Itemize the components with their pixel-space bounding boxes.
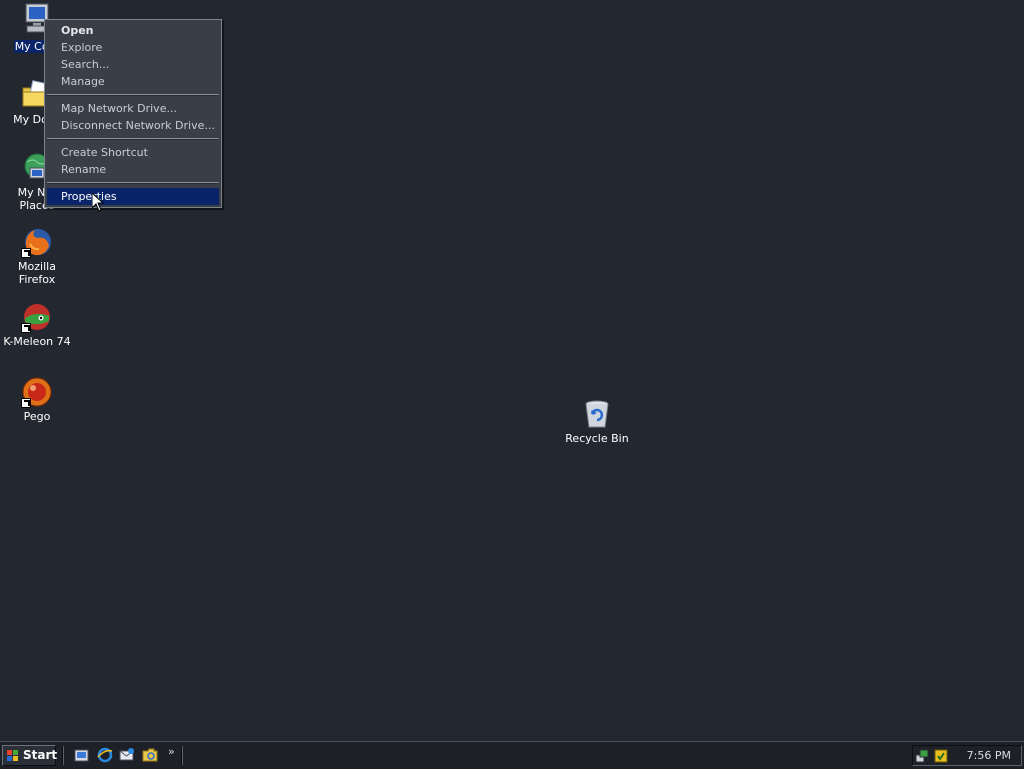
context-menu: Open Explore Search... Manage Map Networ… [44, 19, 222, 208]
menu-item-search[interactable]: Search... [45, 56, 221, 73]
menu-separator [47, 182, 219, 184]
windows-explorer-icon[interactable] [142, 747, 158, 763]
windows-logo-icon [7, 749, 19, 761]
menu-separator [47, 94, 219, 96]
pego-icon [21, 376, 53, 408]
shortcut-arrow-icon [21, 248, 31, 258]
desktop-icon-label: Mozilla Firefox [18, 260, 56, 286]
firefox-icon [21, 226, 53, 258]
start-button[interactable]: Start [2, 745, 58, 766]
taskbar-clock[interactable]: 7:56 PM [967, 749, 1011, 762]
menu-item-map-network-drive[interactable]: Map Network Drive... [45, 100, 221, 117]
desktop-icon-pego[interactable]: Pego [0, 376, 74, 423]
show-desktop-icon[interactable] [74, 747, 90, 763]
k-meleon-icon [21, 301, 53, 333]
desktop-icon-mozilla-firefox[interactable]: Mozilla Firefox [0, 226, 74, 286]
menu-item-explore[interactable]: Explore [45, 39, 221, 56]
quick-launch-chevron-icon[interactable]: » [168, 745, 175, 758]
menu-item-manage[interactable]: Manage [45, 73, 221, 90]
desktop-icon-label: K-Meleon 74 [3, 335, 71, 348]
desktop[interactable]: My Com My Docu My Net Places Mozilla Fir… [0, 0, 1024, 740]
desktop-icon-label: Pego [23, 410, 51, 423]
start-label: Start [23, 748, 58, 762]
menu-item-open[interactable]: Open [45, 22, 221, 39]
desktop-icon-recycle-bin[interactable]: Recycle Bin [560, 398, 634, 445]
internet-explorer-icon[interactable] [97, 747, 113, 763]
taskbar-separator [181, 746, 183, 765]
shortcut-arrow-icon [21, 398, 31, 408]
network-tray-icon[interactable] [915, 748, 931, 764]
menu-separator [47, 138, 219, 140]
taskbar-separator [62, 746, 64, 765]
menu-item-properties[interactable]: Properties [47, 188, 219, 205]
desktop-icon-label: Recycle Bin [565, 432, 629, 445]
security-tray-icon[interactable] [933, 748, 949, 764]
shortcut-arrow-icon [21, 323, 31, 333]
system-tray: 7:56 PM [912, 745, 1022, 766]
menu-item-disconnect-network-drive[interactable]: Disconnect Network Drive... [45, 117, 221, 134]
desktop-icon-k-meleon[interactable]: K-Meleon 74 [0, 301, 74, 348]
menu-item-create-shortcut[interactable]: Create Shortcut [45, 144, 221, 161]
taskbar: Start » 7:56 PM [0, 741, 1024, 769]
outlook-express-icon[interactable] [119, 747, 135, 763]
menu-item-rename[interactable]: Rename [45, 161, 221, 178]
recycle-bin-icon [581, 398, 613, 430]
mouse-cursor-icon [91, 191, 105, 215]
